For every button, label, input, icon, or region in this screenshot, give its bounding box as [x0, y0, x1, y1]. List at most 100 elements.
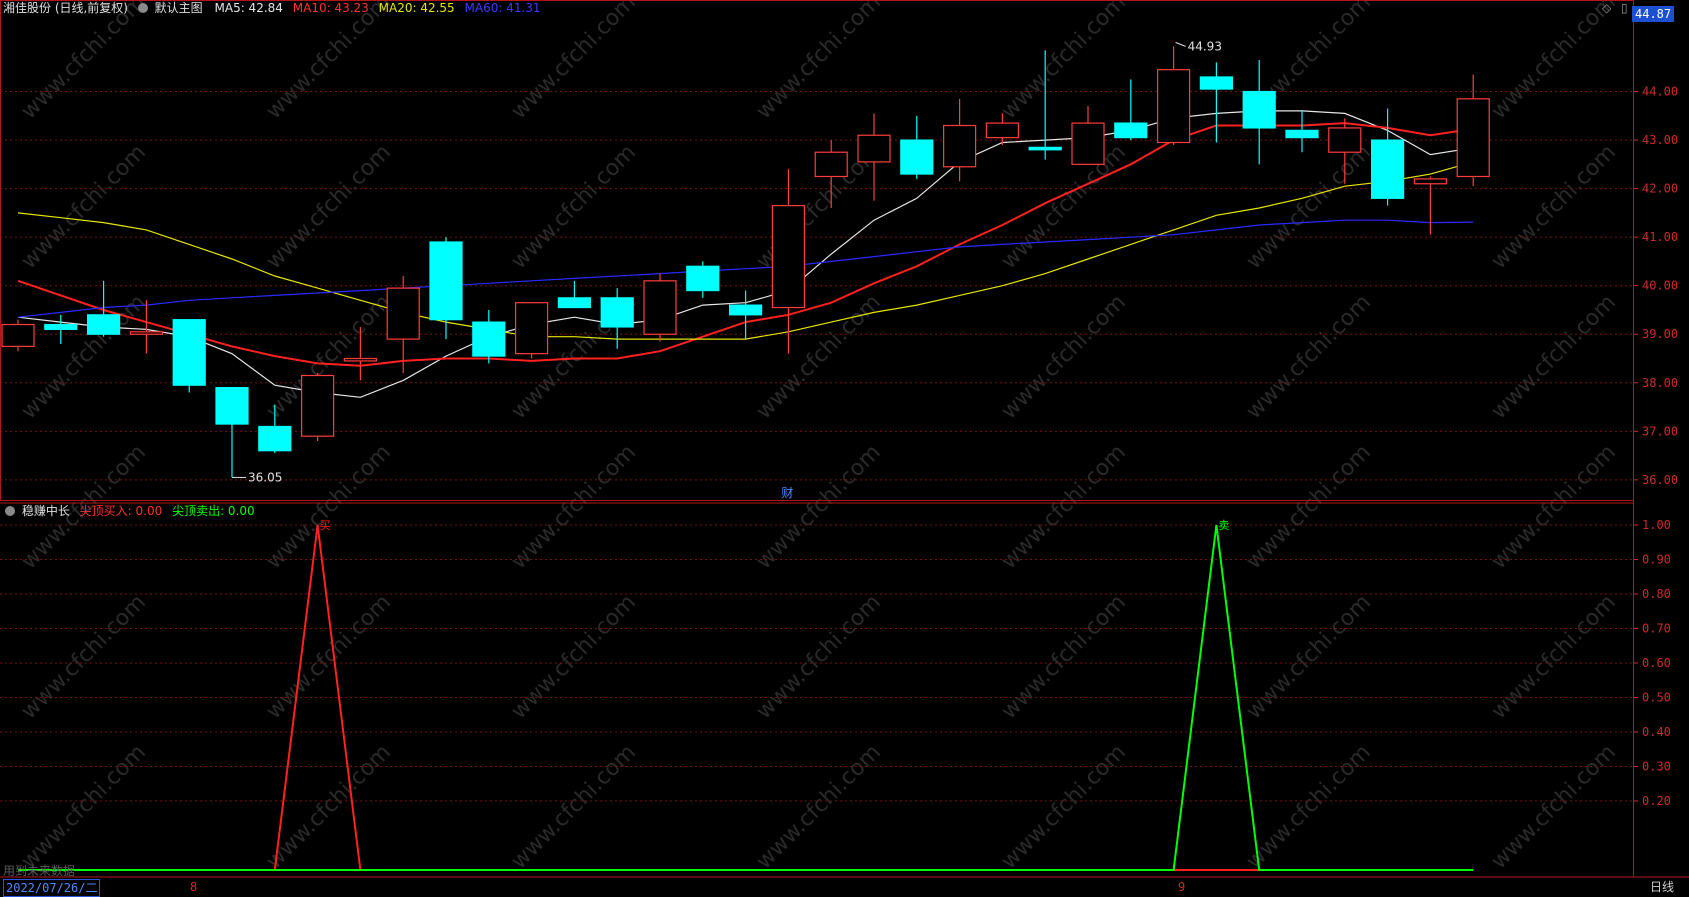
watermark-text: www.cfchi.com [752, 440, 886, 574]
price-tick-label: 42.00 [1642, 182, 1678, 196]
price-tick-label: 43.00 [1642, 133, 1678, 147]
watermark-text: www.cfchi.com [17, 140, 151, 274]
period-button[interactable]: 日线 [1650, 878, 1674, 895]
indicator-tick-label: 0.40 [1642, 725, 1671, 739]
candle-body [258, 425, 292, 452]
candle [771, 169, 806, 354]
diamond-icon[interactable]: ◇ [1602, 1, 1611, 15]
sell-signal-char: 卖 [1218, 519, 1229, 532]
panel-toggle-icon[interactable]: ▯ [1621, 1, 1628, 15]
watermark-text: www.cfchi.com [262, 140, 396, 274]
ma60-label: MA60: 41.31 [464, 1, 541, 15]
candle-body [942, 124, 977, 168]
candle-body [172, 319, 206, 386]
candle [1, 319, 35, 352]
watermark-text: www.cfchi.com [1487, 290, 1621, 424]
candle [514, 302, 549, 359]
candle [942, 98, 977, 182]
month-marker-1: 8 [190, 880, 198, 894]
candle [301, 373, 335, 442]
candle-body [1, 323, 35, 347]
indicator-tick-label: 1.00 [1642, 518, 1671, 532]
candle [215, 387, 249, 478]
candle [900, 115, 934, 179]
candle-body [386, 287, 420, 340]
ma10-label: MA10: 43.23 [292, 1, 369, 15]
candle-body [557, 297, 592, 309]
indicator-tick-label: 0.70 [1642, 622, 1671, 636]
watermark-text: www.cfchi.com [997, 290, 1131, 424]
candle-body [600, 297, 634, 328]
candle [1114, 79, 1148, 141]
indicator-name[interactable]: 稳赚中长 [22, 504, 70, 518]
candle-body [429, 241, 463, 321]
candle [386, 275, 420, 374]
candle [1156, 46, 1191, 145]
candle [44, 314, 78, 344]
main-chart-menu-icon[interactable] [137, 3, 148, 13]
watermark-text: www.cfchi.com [997, 140, 1131, 274]
candle-body [1370, 139, 1405, 199]
candle-body [514, 302, 549, 355]
indicator-header: 稳赚中长 尖顶买入: 0.00 尖顶卖出: 0.00 [3, 503, 255, 519]
watermark-text: www.cfchi.com [752, 290, 886, 424]
indicator-tick-label: 0.90 [1642, 553, 1671, 567]
candle-body [1456, 98, 1490, 178]
candle-body [643, 280, 677, 335]
price-tick-label: 40.00 [1642, 279, 1678, 293]
main-chart-label[interactable]: 默认主图 [155, 1, 203, 15]
stock-chart[interactable]: www.cfchi.com www.cfchi.com www.cfchi.com w… [0, 0, 1689, 895]
watermark-text: www.cfchi.com [507, 740, 641, 874]
candle [172, 319, 206, 393]
candle-body [1071, 122, 1105, 165]
watermark-text: www.cfchi.com [507, 0, 641, 124]
watermark-text: www.cfchi.com [262, 0, 396, 124]
indicator-tick-label: 0.80 [1642, 587, 1671, 601]
price-tick-label: 39.00 [1642, 327, 1678, 341]
candle [1071, 106, 1105, 165]
candle-body [1199, 76, 1234, 90]
candle [1242, 59, 1276, 165]
indicator-tick-label: 0.50 [1642, 691, 1671, 705]
candle [557, 280, 592, 309]
price-tick-label: 37.00 [1642, 424, 1678, 438]
cursor-date-label: 2022/07/26/二 [3, 879, 101, 897]
candle [1370, 108, 1405, 206]
sell-signal-label: 尖顶卖出: 0.00 [172, 504, 255, 518]
candle-body [301, 374, 335, 437]
stock-title[interactable]: 湘佳股份 (日线,前复权) [3, 1, 128, 15]
watermark-text: www.cfchi.com [507, 440, 641, 574]
candle-body [86, 314, 121, 335]
indicator-menu-icon[interactable] [5, 506, 15, 516]
watermark-text: www.cfchi.com [17, 0, 151, 124]
candle-body [1242, 90, 1276, 129]
watermark-text: www.cfchi.com [1242, 440, 1376, 574]
watermark-text: www.cfchi.com [1242, 290, 1376, 424]
candle-body [1028, 146, 1062, 151]
candle [643, 273, 677, 342]
watermark-text: www.cfchi.com [752, 740, 886, 874]
watermark-layer: www.cfchi.com www.cfchi.com www.cfchi.com w… [17, 0, 1621, 874]
candle [728, 290, 763, 340]
candle-body [1328, 127, 1362, 153]
buy-signal-char: 买 [320, 519, 331, 532]
candle-body [728, 304, 763, 316]
candle [1199, 62, 1234, 143]
candle-body [472, 321, 506, 357]
watermark-text: www.cfchi.com [997, 740, 1131, 874]
watermark-text: www.cfchi.com [997, 440, 1131, 574]
low-marker-label: 36.05 [248, 470, 282, 484]
candle-body [1114, 122, 1148, 139]
candle-body [343, 357, 377, 362]
candle-body [686, 265, 720, 292]
future-data-note: 用到未来数据 [3, 864, 76, 878]
candle-body [771, 205, 806, 309]
watermark-text: www.cfchi.com [17, 590, 151, 724]
indicator-tick-label: 0.30 [1642, 760, 1671, 774]
watermark-text: www.cfchi.com [507, 140, 641, 274]
watermark-text: www.cfchi.com [262, 440, 396, 574]
indicator-tick-label: 0.60 [1642, 656, 1671, 670]
indicator-tick-label: 0.20 [1642, 794, 1671, 808]
watermark-text: www.cfchi.com [997, 0, 1131, 124]
watermark-text: www.cfchi.com [1487, 140, 1621, 274]
